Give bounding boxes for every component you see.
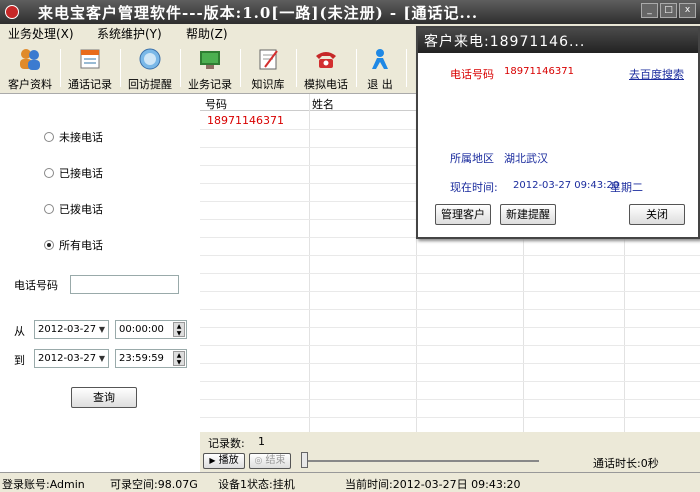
- filter-panel: 未接电话 已接电话 已拨电话 所有电话 电话号码 从 2012-03-27 ▼ 0…: [0, 94, 200, 472]
- menu-help[interactable]: 帮助(Z): [186, 25, 228, 42]
- radio-dialed-calls[interactable]: 已拨电话: [44, 201, 103, 217]
- record-space: 可录空间:98.07G: [110, 478, 198, 491]
- radio-missed-calls[interactable]: 未接电话: [44, 129, 103, 145]
- from-time-stepper[interactable]: 00:00:00 ▲ ▼: [115, 320, 187, 339]
- playback-slider-thumb[interactable]: [301, 452, 308, 468]
- to-time-stepper[interactable]: 23:59:59 ▲ ▼: [115, 349, 187, 368]
- play-button[interactable]: ▶ 播放: [203, 453, 245, 469]
- query-button[interactable]: 查询: [71, 387, 137, 408]
- popup-region: 湖北武汉: [504, 152, 548, 165]
- toolbar-phone-button[interactable]: 模拟电话: [300, 45, 352, 91]
- radio-all-calls[interactable]: 所有电话: [44, 237, 103, 253]
- toolbar-label: 业务记录: [188, 78, 232, 91]
- playback-track[interactable]: [301, 460, 539, 462]
- popup-close-button[interactable]: 关闭: [629, 204, 685, 225]
- toolbar-customer-button[interactable]: 客户资料: [4, 45, 56, 91]
- incoming-call-popup: 客户来电:18971146... 电话号码 18971146371 去百度搜索 …: [416, 26, 700, 239]
- device-status: 设备1状态:挂机: [218, 478, 295, 491]
- phone-number-label: 电话号码: [14, 279, 58, 292]
- toolbar-reminder-button[interactable]: 回访提醒: [124, 45, 176, 91]
- toolbar-label: 通话记录: [68, 78, 112, 91]
- title-bar[interactable]: 来电宝客户管理软件---版本:1.0[一路](未注册) - [通话记... _ …: [0, 0, 700, 24]
- telephone-icon: [316, 52, 336, 68]
- minimize-button[interactable]: _: [641, 3, 658, 18]
- cell-number[interactable]: 18971146371: [207, 114, 284, 127]
- toolbar-label: 客户资料: [8, 78, 52, 91]
- menu-business[interactable]: 业务处理(X): [8, 25, 74, 42]
- popup-weekday: 星期二: [610, 181, 643, 194]
- window-title: 来电宝客户管理软件---版本:1.0[一路](未注册) - [通话记...: [38, 4, 479, 22]
- record-count: 1: [258, 435, 265, 448]
- knowledge-icon: [259, 49, 278, 70]
- record-count-label: 记录数:: [208, 437, 245, 450]
- to-date-picker[interactable]: 2012-03-27 ▼: [34, 349, 109, 368]
- spin-arrows-icon: ▲ ▼: [173, 322, 185, 337]
- call-log-icon: [80, 49, 100, 69]
- stop-button[interactable]: ◎ 结束: [249, 453, 291, 469]
- toolbar-label: 知识库: [251, 78, 285, 91]
- business-record-icon: [200, 51, 220, 69]
- exit-icon: [372, 49, 388, 69]
- login-account: 登录账号:Admin: [2, 478, 85, 491]
- menu-system[interactable]: 系统维护(Y): [97, 25, 162, 42]
- chevron-down-icon: ▼: [98, 354, 105, 363]
- record-footer: 记录数: 1 ▶ 播放 ◎ 结束 通话时长:0秒: [200, 432, 700, 472]
- popup-time: 2012-03-27 09:43:20: [513, 180, 620, 191]
- toolbar-knowledge-button[interactable]: 知识库: [244, 45, 292, 91]
- status-bar: 登录账号:Admin 可录空间:98.07G 设备1状态:挂机 当前时间:201…: [0, 472, 700, 492]
- popup-title[interactable]: 客户来电:18971146...: [418, 28, 698, 53]
- from-date-picker[interactable]: 2012-03-27 ▼: [34, 320, 109, 339]
- radio-answered-calls[interactable]: 已接电话: [44, 165, 103, 181]
- from-label: 从: [14, 325, 25, 338]
- stop-icon: ◎: [254, 456, 263, 466]
- toolbar-label: 退 出: [367, 78, 393, 91]
- popup-time-label: 现在时间:: [450, 181, 498, 194]
- current-time: 当前时间:2012-03-27日 09:43:20: [345, 478, 521, 491]
- spin-arrows-icon: ▲ ▼: [173, 351, 185, 366]
- chevron-down-icon: ▼: [98, 325, 105, 334]
- baidu-search-link[interactable]: 去百度搜索: [629, 66, 684, 82]
- toolbar-label: 回访提醒: [128, 78, 172, 91]
- popup-region-label: 所属地区: [450, 152, 494, 165]
- popup-phone-label: 电话号码: [450, 68, 494, 81]
- header-number: 号码: [205, 98, 227, 111]
- reminder-icon: [139, 48, 161, 70]
- to-label: 到: [14, 354, 25, 367]
- play-icon: ▶: [209, 456, 216, 465]
- new-reminder-button[interactable]: 新建提醒: [500, 204, 556, 225]
- toolbar-label: 模拟电话: [304, 78, 348, 91]
- toolbar-business-button[interactable]: 业务记录: [184, 45, 236, 91]
- toolbar-exit-button[interactable]: 退 出: [360, 45, 400, 91]
- toolbar-calllog-button[interactable]: 通话记录: [64, 45, 116, 91]
- manage-customer-button[interactable]: 管理客户: [435, 204, 491, 225]
- header-name: 姓名: [312, 98, 334, 111]
- call-duration: 通话时长:0秒: [593, 457, 659, 470]
- app-icon: [5, 5, 19, 19]
- popup-phone-number: 18971146371: [504, 66, 574, 77]
- people-icon: [20, 49, 40, 70]
- close-window-button[interactable]: x: [679, 3, 696, 18]
- maximize-button[interactable]: □: [660, 3, 677, 18]
- phone-number-input[interactable]: [70, 275, 179, 294]
